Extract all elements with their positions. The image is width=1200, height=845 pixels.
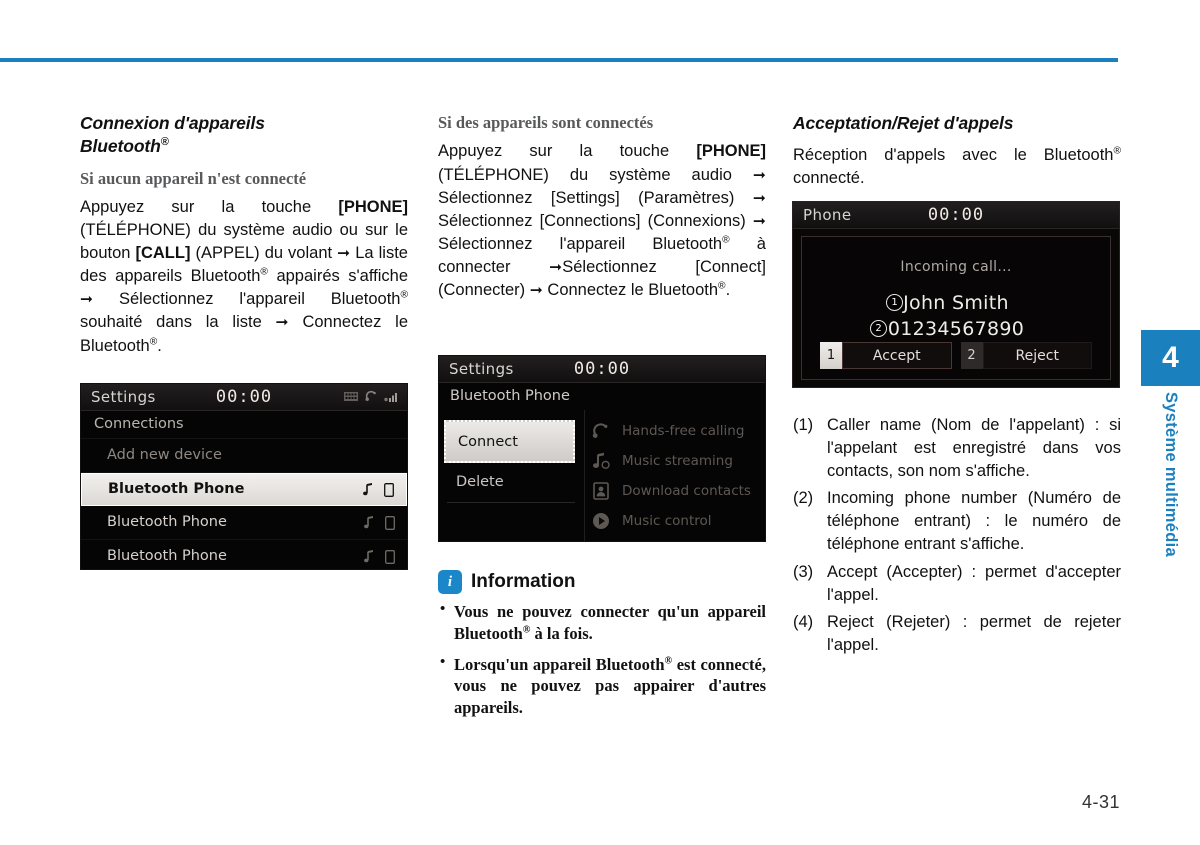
list-item-add-new-device[interactable]: Add new device xyxy=(81,439,407,473)
feature-hands-free-calling: Hands-free calling xyxy=(591,416,759,446)
screen-title-bar: Settings 00:00 xyxy=(439,356,765,383)
music-note-icon xyxy=(363,483,372,496)
screen-clock: 00:00 xyxy=(573,359,631,379)
reject-key-number[interactable]: 2 xyxy=(960,342,983,369)
header-rule xyxy=(0,58,1118,62)
device-icons xyxy=(363,474,394,505)
list-item: (1) Caller name (Nom de l'appelant) : si… xyxy=(793,414,1121,483)
subheading-no-device-connected: Si aucun appareil n'est connecté xyxy=(80,168,307,188)
reject-button[interactable]: Reject xyxy=(982,342,1092,369)
phone-icon xyxy=(384,482,394,497)
item-index: (4) xyxy=(793,612,814,631)
list-item: (4) Reject (Rejeter) : permet de rejeter… xyxy=(793,611,1121,657)
information-box: i Information Vous ne pouvez connecter q… xyxy=(438,570,766,728)
handsfree-icon xyxy=(591,421,611,441)
music-note-icon xyxy=(364,516,373,529)
delete-button[interactable]: Delete xyxy=(456,474,504,490)
list-item: Vous ne pouvez connecter qu'un appareil … xyxy=(438,600,766,645)
list-item-bluetooth-phone[interactable]: Bluetooth Phone xyxy=(81,540,407,569)
information-header: i Information xyxy=(438,570,766,594)
screen-status-icons xyxy=(344,390,399,402)
section-heading-bluetooth-connection: Connexion d'appareils Bluetooth® xyxy=(80,113,265,157)
play-icon xyxy=(591,511,611,531)
chapter-tab-label: Système multimédia xyxy=(1141,392,1200,622)
screenshot-settings-bluetooth-phone: Settings 00:00 Bluetooth Phone Connect D… xyxy=(438,355,766,542)
device-name: Bluetooth Phone xyxy=(107,548,227,564)
callout-explanations: (1) Caller name (Nom de l'appelant) : si… xyxy=(793,400,1121,661)
music-note-icon xyxy=(364,550,373,563)
device-icons xyxy=(364,506,395,539)
page-number: 4-31 xyxy=(1081,792,1120,812)
screen-body: Connect Delete Hands-free calling Music … xyxy=(439,410,765,541)
item-text: Accept (Accepter) : permet d'accepter l'… xyxy=(827,562,1121,604)
headset-icon xyxy=(365,390,376,401)
screen-clock: 00:00 xyxy=(927,205,985,225)
callout-2: 2 xyxy=(870,320,887,337)
column-right: Acceptation/Rejet d'appels Réception d'a… xyxy=(793,112,1121,196)
list-item: (2) Incoming phone number (Numéro de tél… xyxy=(793,487,1121,556)
feature-label: Music control xyxy=(622,513,712,529)
feature-music-control: Music control xyxy=(591,506,759,536)
contacts-icon xyxy=(591,481,611,501)
signal-icon xyxy=(384,392,397,402)
action-menu: Connect Delete xyxy=(439,410,585,541)
item-index: (1) xyxy=(793,416,814,434)
incoming-call-status: Incoming call... xyxy=(900,259,1012,275)
feature-label: Download contacts xyxy=(622,483,751,499)
feature-label: Music streaming xyxy=(622,453,733,469)
item-text: Incoming phone number (Numéro de télépho… xyxy=(827,489,1121,554)
feature-label: Hands-free calling xyxy=(622,423,745,439)
item-index: (2) xyxy=(793,489,814,508)
information-list: Vous ne pouvez connecter qu'un appareil … xyxy=(438,600,766,719)
feature-music-streaming: Music streaming xyxy=(591,446,759,476)
call-action-buttons: 1 Accept 2 Reject xyxy=(820,342,1092,369)
column-left: Connexion d'appareils Bluetooth® Si aucun… xyxy=(80,112,408,364)
device-icons xyxy=(364,540,395,569)
chapter-label-text: Système multimédia xyxy=(1162,392,1180,557)
menu-divider xyxy=(447,502,575,503)
item-index: (3) xyxy=(793,562,814,581)
numbered-list: (1) Caller name (Nom de l'appelant) : si… xyxy=(793,414,1121,657)
add-new-device-label: Add new device xyxy=(107,447,222,463)
information-title: Information xyxy=(471,571,576,592)
screenshot-settings-connections: Settings 00:00 Connections Add new devic… xyxy=(80,383,408,570)
accept-button[interactable]: Accept xyxy=(842,342,952,369)
chapter-tab-number: 4 xyxy=(1141,330,1200,386)
device-name: Bluetooth Phone xyxy=(107,514,227,530)
phone-icon xyxy=(385,515,395,530)
item-text: Caller name (Nom de l'appelant) : si l'a… xyxy=(827,416,1121,481)
paragraph-connect-existing-device: Appuyez sur la touche [PHONE] (TÉLÉPHONE… xyxy=(438,142,766,299)
list-item: Lorsqu'un appareil Bluetooth® est connec… xyxy=(438,653,766,719)
info-icon: i xyxy=(438,570,462,594)
item-text: Reject (Rejeter) : permet de rejeter l'a… xyxy=(827,612,1121,654)
feature-list: Hands-free calling Music streaming Downl… xyxy=(591,416,759,536)
phone-icon xyxy=(385,549,395,564)
callout-1: 1 xyxy=(886,294,903,311)
caller-number: 01234567890 xyxy=(887,318,1025,340)
paragraph-connect-no-device: Appuyez sur la touche [PHONE] (TÉLÉPHONE… xyxy=(80,197,408,355)
list-item: (3) Accept (Accepter) : permet d'accepte… xyxy=(793,561,1121,607)
breadcrumb-bluetooth-phone: Bluetooth Phone xyxy=(450,388,570,404)
subheading-devices-connected: Si des appareils sont connectés xyxy=(438,113,654,132)
column-middle: Si des appareils sont connectés Appuyez … xyxy=(438,112,766,308)
section-heading-accept-reject: Acceptation/Rejet d'appels xyxy=(793,113,1014,133)
device-name: Bluetooth Phone xyxy=(108,481,245,497)
call-panel: Incoming call... John Smith 01234567890 … xyxy=(801,236,1111,380)
list-item-bluetooth-phone-selected[interactable]: Bluetooth Phone xyxy=(81,473,407,506)
feature-download-contacts: Download contacts xyxy=(591,476,759,506)
breadcrumb-connections: Connections xyxy=(81,411,407,439)
manual-page: Connexion d'appareils Bluetooth® Si aucun… xyxy=(0,0,1200,845)
connect-button[interactable]: Connect xyxy=(444,420,575,463)
screen-title-bar: Phone 00:00 xyxy=(793,202,1119,229)
keypad-icon xyxy=(344,391,358,401)
accept-key-number[interactable]: 1 xyxy=(820,342,842,369)
music-streaming-icon xyxy=(591,451,611,471)
caller-name: John Smith xyxy=(903,292,1009,314)
paragraph-incoming-call-intro: Réception d'appels avec le Bluetooth® co… xyxy=(793,145,1121,188)
list-item-bluetooth-phone[interactable]: Bluetooth Phone xyxy=(81,506,407,540)
button-gap xyxy=(952,342,961,369)
screenshot-incoming-call: Phone 00:00 Incoming call... John Smith … xyxy=(792,201,1120,388)
screen-title-bar: Settings 00:00 xyxy=(81,384,407,411)
